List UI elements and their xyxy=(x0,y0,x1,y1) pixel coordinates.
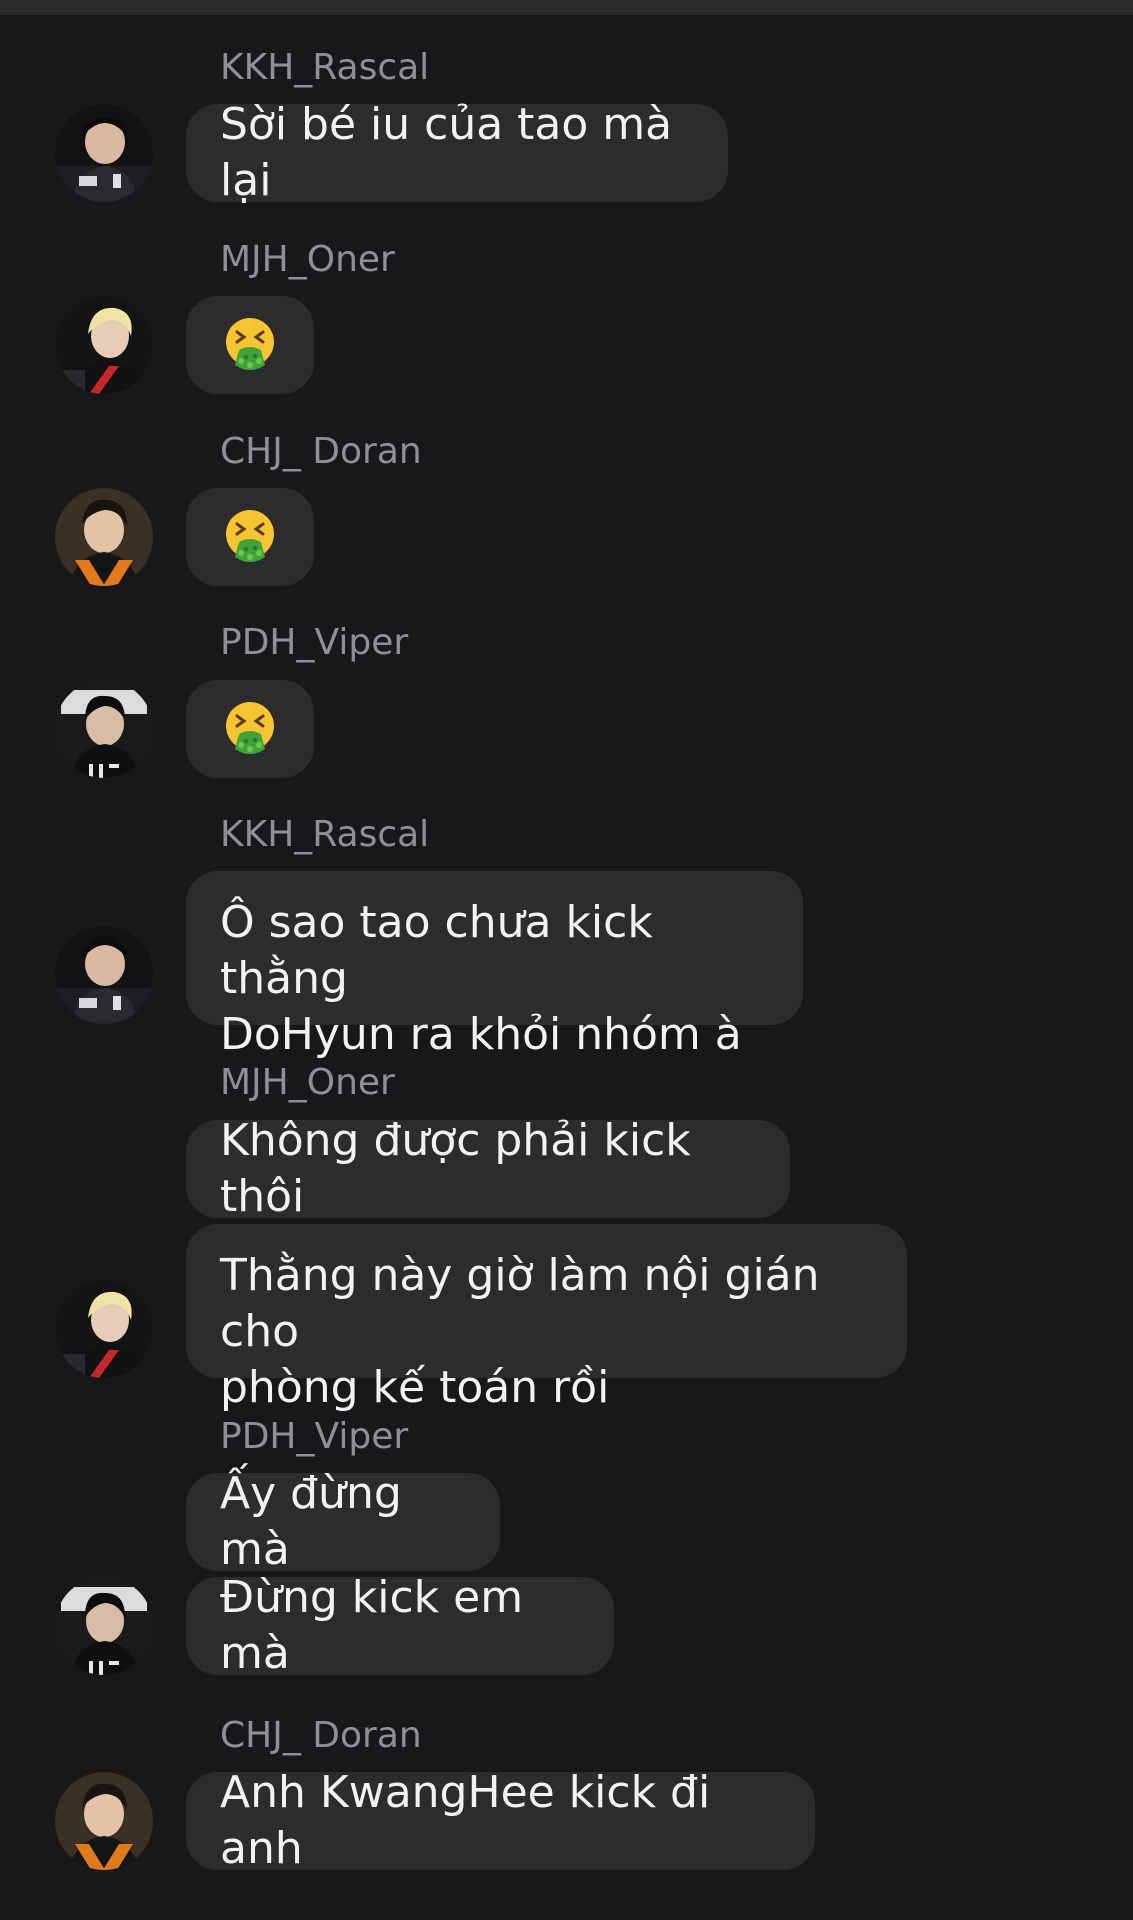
message-bubble[interactable]: Không được phải kick thôi xyxy=(186,1115,790,1222)
message-bubble[interactable]: Ấy đừng mà xyxy=(186,1468,500,1575)
sender-name: MJH_Oner xyxy=(220,239,395,280)
sender-name: KKH_Rascal xyxy=(220,47,430,88)
avatar-mjh-oner[interactable] xyxy=(55,296,153,394)
message-text-line: phòng kế toán rồi xyxy=(220,1362,610,1413)
sender-name: KKH_Rascal xyxy=(220,814,430,855)
avatar-kkh-rascal[interactable] xyxy=(55,926,153,1024)
avatar-chj-doran[interactable] xyxy=(55,1772,153,1870)
message-text: Sời bé iu của tao mà lại xyxy=(220,99,673,206)
message-bubble[interactable]: Ô sao tao chưa kick thằng DoHyun ra khỏi… xyxy=(186,871,803,1060)
chat-thread[interactable]: KKH_Rascal Sời bé iu của tao mà lại MJH_… xyxy=(0,0,1133,1920)
face-vomiting-icon xyxy=(223,509,277,565)
sender-name: PDH_Viper xyxy=(220,1416,409,1457)
message-bubble[interactable]: Đừng kick em mà xyxy=(186,1572,614,1679)
message-text-line: Ô sao tao chưa kick thằng xyxy=(220,897,653,1004)
message-text: Đừng kick em mà xyxy=(220,1572,524,1679)
message-bubble[interactable]: Anh KwangHee kick đi anh xyxy=(186,1767,815,1874)
sender-name: CHJ_ Doran xyxy=(220,1715,422,1756)
message-text: Anh KwangHee kick đi anh xyxy=(220,1767,711,1874)
message-bubble-emoji[interactable] xyxy=(186,488,314,586)
sender-name: PDH_Viper xyxy=(220,622,409,663)
message-text-line: DoHyun ra khỏi nhóm à xyxy=(220,1009,742,1060)
message-bubble-emoji[interactable] xyxy=(186,680,314,778)
avatar-kkh-rascal[interactable] xyxy=(55,104,153,202)
sender-name: CHJ_ Doran xyxy=(220,431,422,472)
message-bubble-emoji[interactable] xyxy=(186,296,314,394)
message-text: Không được phải kick thôi xyxy=(220,1115,691,1222)
message-text: Ấy đừng mà xyxy=(220,1468,402,1575)
avatar-chj-doran[interactable] xyxy=(55,488,153,586)
avatar-pdh-viper[interactable] xyxy=(55,1577,153,1675)
sender-name: MJH_Oner xyxy=(220,1062,395,1103)
message-bubble[interactable]: Sời bé iu của tao mà lại xyxy=(186,99,728,206)
avatar-pdh-viper[interactable] xyxy=(55,680,153,778)
message-text-line: Thằng này giờ làm nội gián cho xyxy=(220,1250,820,1357)
face-vomiting-icon xyxy=(223,701,277,757)
avatar-mjh-oner[interactable] xyxy=(55,1280,153,1378)
face-vomiting-icon xyxy=(223,317,277,373)
message-bubble[interactable]: Thằng này giờ làm nội gián cho phòng kế … xyxy=(186,1224,907,1413)
